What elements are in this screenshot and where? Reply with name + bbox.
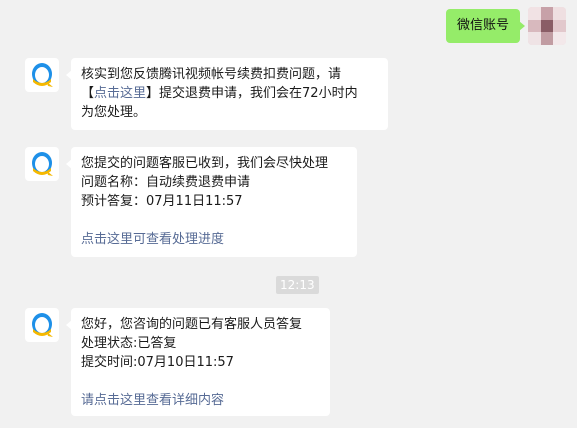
view-details-link[interactable]: 请点击这里查看详细内容	[81, 391, 320, 410]
outgoing-message-row: 微信账号	[0, 7, 577, 47]
outgoing-message-bubble[interactable]: 微信账号	[445, 9, 526, 43]
message-text: 您好，您咨询的问题已有客服人员答复	[81, 317, 303, 332]
incoming-message-bubble[interactable]: 您提交的问题客服已收到，我们会尽快处理 问题名称：自动续费退费申请 预计答复：0…	[66, 147, 357, 257]
submit-time-text: 提交时间:07月10日11:57	[81, 355, 234, 370]
incoming-message-bubble[interactable]: 核实到您反馈腾讯视频帐号续费扣费问题，请 【点击这里】提交退费申请，我们会在72…	[66, 58, 388, 130]
message-text: 核实到您反馈腾讯视频帐号续费扣费问题，请	[81, 67, 342, 82]
incoming-message-row: 您好，您咨询的问题已有客服人员答复 处理状态:已答复 提交时间:07月10日11…	[0, 308, 577, 418]
service-avatar[interactable]	[25, 147, 59, 181]
click-here-link[interactable]: 点击这里	[94, 86, 146, 101]
qq-service-icon	[32, 313, 53, 337]
user-avatar[interactable]	[528, 7, 566, 45]
incoming-message-row: 核实到您反馈腾讯视频帐号续费扣费问题，请 【点击这里】提交退费申请，我们会在72…	[0, 58, 577, 132]
service-avatar[interactable]	[25, 308, 59, 342]
view-progress-link[interactable]: 点击这里可查看处理进度	[81, 230, 347, 249]
outgoing-message-text: 微信账号	[456, 18, 509, 33]
message-text: 为您处理。	[81, 105, 147, 120]
qq-service-icon	[32, 152, 53, 176]
issue-name-text: 问题名称：自动续费退费申请	[81, 175, 251, 190]
status-text: 处理状态:已答复	[81, 336, 177, 351]
message-text-line: 【点击这里】提交退费申请，我们会在72小时内	[81, 84, 378, 103]
message-text: 】提交退费申请，我们会在72小时内	[146, 86, 358, 101]
incoming-message-bubble[interactable]: 您好，您咨询的问题已有客服人员答复 处理状态:已答复 提交时间:07月10日11…	[66, 308, 330, 416]
bracket-open: 【	[81, 86, 95, 101]
expected-reply-text: 预计答复：07月11日11:57	[81, 194, 243, 209]
service-avatar[interactable]	[25, 58, 59, 92]
chat-window: 微信账号 核实到您反馈腾讯视频帐号续费扣费问题，请 【点击这里】提交退费申请，我…	[0, 0, 577, 428]
incoming-message-row: 您提交的问题客服已收到，我们会尽快处理 问题名称：自动续费退费申请 预计答复：0…	[0, 147, 577, 257]
message-timestamp: 12:13	[276, 276, 319, 294]
user-avatar-mosaic-icon	[528, 7, 566, 45]
qq-service-icon	[32, 63, 53, 87]
message-text: 您提交的问题客服已收到，我们会尽快处理	[81, 156, 329, 171]
